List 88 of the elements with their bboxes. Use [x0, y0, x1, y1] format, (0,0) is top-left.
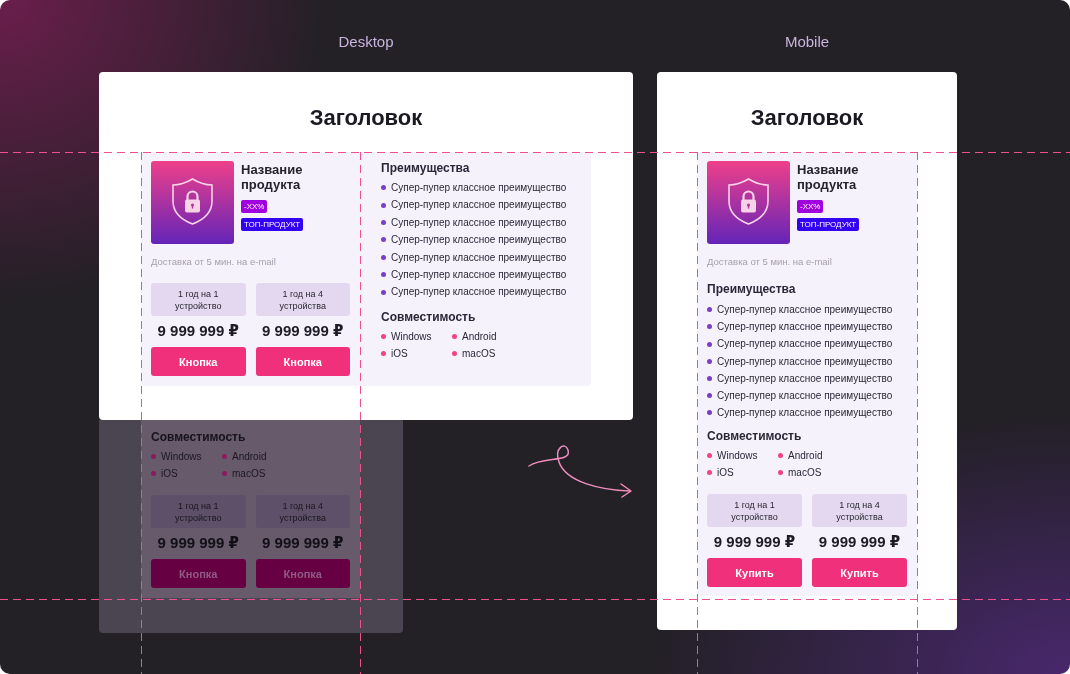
bullet-icon	[707, 341, 712, 347]
bullet-icon	[707, 375, 712, 381]
delivery-note: Доставка от 5 мин. на e-mail	[707, 256, 833, 268]
price-text: 9 999 999 ₽	[156, 322, 240, 340]
bullet-icon	[452, 350, 457, 356]
platform-label: Windows	[161, 450, 202, 464]
plan-option: 1 год на 1 устройство	[151, 283, 246, 316]
platform-label: Windows	[717, 449, 758, 464]
product-name: Название продукта	[797, 162, 860, 192]
advantage-text: Супер-пупер классное преимущество	[391, 268, 567, 283]
action-button[interactable]: Кнопка	[151, 347, 246, 376]
bullet-icon	[381, 254, 386, 260]
product-badge: ТОП-ПРОДУКТ	[241, 218, 304, 231]
plan-option: 1 год на 4 устройства	[255, 495, 350, 528]
platform-label: Android	[788, 449, 823, 464]
buy-button[interactable]: Купить	[707, 558, 802, 588]
bullet-icon	[381, 333, 386, 339]
advantage-text: Супер-пупер классное преимущество	[391, 181, 567, 195]
bullet-icon	[381, 272, 386, 278]
bullet-icon	[707, 307, 712, 313]
platform-label: Android	[462, 329, 497, 344]
plan-option: 1 год на 4 устройства	[255, 283, 350, 316]
advantage-text: Супер-пупер классное преимущество	[717, 371, 893, 386]
advantage-text: Супер-пупер классное преимущество	[717, 354, 893, 369]
price-text: 9 999 999 ₽	[261, 534, 345, 552]
plan-option: 1 год на 4 устройства	[812, 494, 907, 528]
product-badge: ТОП-ПРОДУКТ	[797, 218, 860, 231]
shield-lock-icon	[707, 161, 790, 244]
action-button[interactable]: Кнопка	[151, 559, 246, 588]
bullet-icon	[222, 471, 227, 476]
price-text: 9 999 999 ₽	[261, 322, 345, 340]
section-heading: Преимущества	[381, 161, 471, 175]
bullet-icon	[381, 185, 386, 191]
bullet-icon	[707, 393, 712, 399]
bullet-icon	[381, 220, 386, 225]
page-title: Заголовок	[309, 105, 423, 131]
advantage-text: Супер-пупер классное преимущество	[717, 406, 893, 421]
delivery-note: Доставка от 5 мин. на e-mail	[151, 256, 277, 268]
product-badge: -XX%	[797, 200, 824, 213]
advantage-text: Супер-пупер классное преимущество	[391, 215, 567, 230]
product-name: Название продукта	[241, 162, 304, 192]
platform-label: iOS	[161, 467, 178, 481]
advantage-text: Супер-пупер классное преимущество	[391, 198, 567, 213]
section-heading: Совместимость	[151, 430, 247, 444]
shield-lock-icon	[151, 161, 234, 244]
buy-button[interactable]: Купить	[812, 558, 907, 588]
advantage-text: Супер-пупер классное преимущество	[391, 250, 567, 265]
bullet-icon	[381, 350, 386, 356]
advantage-text: Супер-пупер классное преимущество	[717, 303, 893, 317]
platform-label: Android	[232, 450, 267, 464]
action-button[interactable]: Кнопка	[255, 559, 350, 588]
bullet-icon	[707, 324, 712, 330]
product-badge: -XX%	[241, 200, 268, 213]
platform-label: macOS	[232, 467, 266, 481]
bullet-icon	[381, 202, 386, 208]
action-button[interactable]: Кнопка	[255, 347, 350, 376]
bullet-icon	[151, 471, 156, 476]
platform-label: iOS	[391, 346, 408, 361]
bullet-icon	[778, 453, 783, 459]
platform-label: iOS	[717, 466, 734, 481]
page-title: Заголовок	[750, 105, 864, 131]
advantage-text: Супер-пупер классное преимущество	[717, 337, 893, 352]
platform-label: macOS	[788, 466, 822, 481]
section-heading: Совместимость	[381, 309, 477, 324]
price-text: 9 999 999 ₽	[712, 533, 797, 552]
view-label: Desktop	[338, 33, 394, 51]
advantage-text: Супер-пупер классное преимущество	[391, 233, 567, 248]
bullet-icon	[707, 470, 712, 476]
advantage-text: Супер-пупер классное преимущество	[717, 320, 893, 335]
price-text: 9 999 999 ₽	[817, 533, 902, 552]
platform-label: macOS	[462, 346, 496, 361]
plan-option: 1 год на 1 устройство	[707, 494, 802, 528]
section-heading: Совместимость	[707, 429, 803, 444]
bullet-icon	[707, 453, 712, 459]
bullet-icon	[778, 470, 783, 476]
advantage-text: Супер-пупер классное преимущество	[391, 285, 567, 300]
bullet-icon	[222, 454, 227, 459]
bullet-icon	[452, 333, 457, 339]
view-label: Mobile	[784, 33, 830, 51]
bullet-icon	[707, 358, 712, 364]
price-text: 9 999 999 ₽	[156, 534, 240, 552]
bullet-icon	[381, 289, 386, 295]
bullet-icon	[707, 410, 712, 416]
bullet-icon	[381, 237, 386, 243]
platform-label: Windows	[391, 329, 432, 344]
section-heading: Преимущества	[707, 282, 797, 296]
bullet-icon	[151, 454, 156, 459]
advantage-text: Супер-пупер классное преимущество	[717, 389, 893, 403]
